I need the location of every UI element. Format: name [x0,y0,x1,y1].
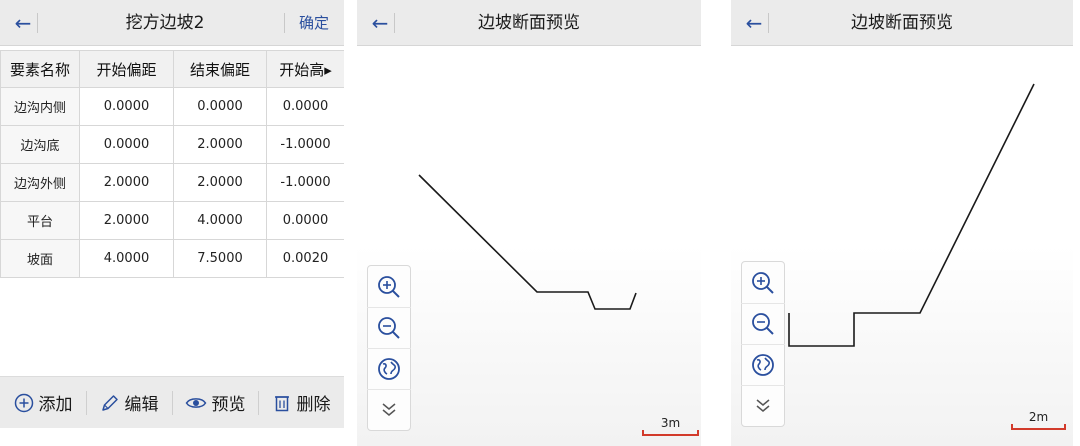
slope-section-line [418,174,637,310]
zoom-out-button[interactable] [741,303,785,344]
zoom-in-button[interactable] [367,266,411,307]
cell-name: 平台 [0,201,80,240]
zoom-toolbar [741,261,785,427]
preview-button[interactable]: 预览 [172,377,258,429]
scale-label: 3m [660,416,681,430]
add-label: 添加 [38,395,73,415]
scale-bar: 2m [1011,410,1066,430]
action-toolbar: 添加 编辑 预览 删除 [0,376,344,428]
cell-start-offset: 2.0000 [79,163,174,202]
zoom-out-icon [752,313,774,335]
cell-start-offset: 4.0000 [79,239,174,278]
table-row[interactable]: 坡面 4.0000 7.5000 0.0020 [0,239,344,278]
pencil-icon [100,393,120,413]
column-header-end-offset: 结束偏距 [173,50,267,88]
back-button[interactable]: ← [0,0,46,46]
arrow-left-icon: ← [14,11,32,35]
scale-bar: 3m [642,416,699,436]
cell-end-offset: 7.5000 [173,239,267,278]
zoom-out-icon [378,317,400,339]
slope-editor-screen: ← 挖方边坡2 确定 要素名称 开始偏距 结束偏距 开始高▸ 边沟内侧 0.00… [0,0,344,446]
add-button[interactable]: 添加 [0,377,86,429]
double-chevron-down-icon [756,399,770,412]
cell-start-offset: 0.0000 [79,87,174,126]
cell-name: 边沟底 [0,125,80,164]
cell-end-offset: 0.0000 [173,87,267,126]
page-title: 挖方边坡2 [125,13,205,33]
globe-icon [378,358,400,380]
cell-start-height: -1.0000 [266,125,344,164]
cell-start-height: 0.0000 [266,201,344,240]
full-extent-button[interactable] [367,348,411,389]
cell-start-offset: 2.0000 [79,201,174,240]
double-chevron-down-icon [382,403,396,416]
full-extent-button[interactable] [741,344,785,385]
edit-label: 编辑 [124,395,159,415]
cell-name: 边沟内侧 [0,87,80,126]
section-preview-screen-2: ← 边坡断面预览 2m [731,0,1073,446]
scale-bar-line [642,430,699,436]
table-row[interactable]: 平台 2.0000 4.0000 0.0000 [0,201,344,240]
eye-icon [185,393,207,413]
column-header-name: 要素名称 [0,50,80,88]
zoom-out-button[interactable] [367,307,411,348]
table-header-row: 要素名称 开始偏距 结束偏距 开始高▸ [0,50,344,88]
edit-button[interactable]: 编辑 [86,377,172,429]
preview-label: 预览 [211,395,246,415]
column-header-start-offset: 开始偏距 [79,50,174,88]
scale-bar-line [1011,424,1066,430]
delete-label: 删除 [296,395,331,415]
cell-end-offset: 2.0000 [173,125,267,164]
trash-icon [272,393,292,413]
zoom-in-button[interactable] [741,262,785,303]
plus-circle-icon [14,393,34,413]
table-row[interactable]: 边沟底 0.0000 2.0000 -1.0000 [0,125,344,164]
collapse-toolbar-button[interactable] [741,385,785,426]
cell-start-height: 0.0000 [266,87,344,126]
zoom-in-icon [378,275,400,298]
cell-start-height: -1.0000 [266,163,344,202]
collapse-toolbar-button[interactable] [367,389,411,430]
cell-name: 坡面 [0,239,80,278]
zoom-toolbar [367,265,411,431]
cell-start-height: 0.0020 [266,239,344,278]
section-preview-screen-1: ← 边坡断面预览 3m [357,0,701,446]
globe-icon [752,354,774,376]
slope-section-line [788,83,1035,347]
scale-label: 2m [1028,410,1049,424]
cell-end-offset: 2.0000 [173,163,267,202]
editor-title-bar: ← 挖方边坡2 确定 [0,0,344,46]
delete-button[interactable]: 删除 [258,377,344,429]
column-header-start-height[interactable]: 开始高▸ [266,50,344,88]
table-row[interactable]: 边沟外侧 2.0000 2.0000 -1.0000 [0,163,344,202]
confirm-button[interactable]: 确定 [284,0,344,46]
cell-name: 边沟外侧 [0,163,80,202]
elements-table: 要素名称 开始偏距 结束偏距 开始高▸ 边沟内侧 0.0000 0.0000 0… [0,50,344,278]
table-row[interactable]: 边沟内侧 0.0000 0.0000 0.0000 [0,87,344,126]
cell-end-offset: 4.0000 [173,201,267,240]
cell-start-offset: 0.0000 [79,125,174,164]
zoom-in-icon [752,271,774,294]
